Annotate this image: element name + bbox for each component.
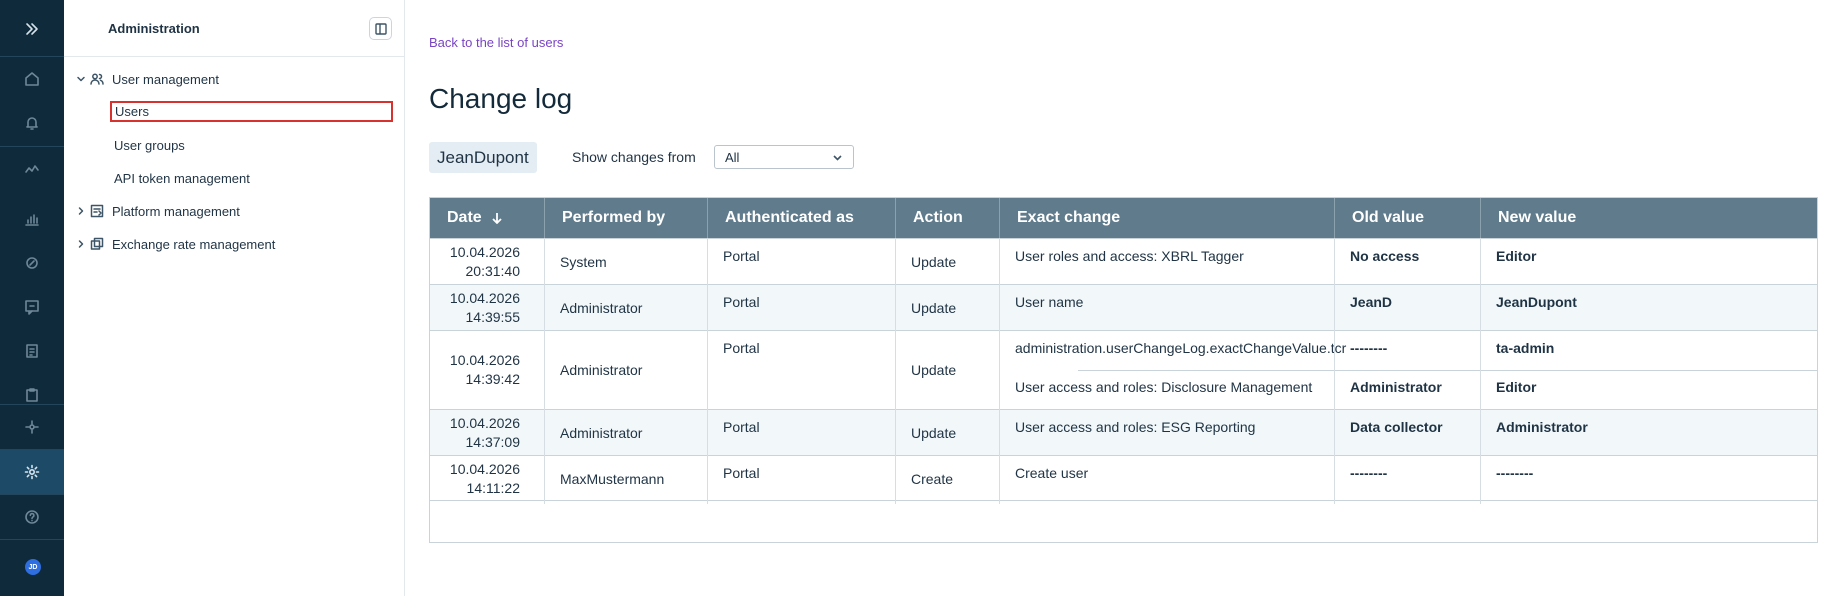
- column-header-action[interactable]: Action: [895, 198, 999, 238]
- comment-icon: [25, 300, 39, 315]
- sidebar-item-label: Platform management: [112, 203, 240, 219]
- document-icon: [26, 344, 38, 358]
- notifications-button[interactable]: [0, 101, 64, 145]
- column-header-performed-by[interactable]: Performed by: [544, 198, 707, 238]
- user-avatar[interactable]: JD: [25, 559, 41, 575]
- icon-rail: JD: [0, 0, 64, 596]
- home-icon: [25, 72, 39, 86]
- sidebar-item-label: Exchange rate management: [112, 236, 276, 252]
- column-header-date[interactable]: Date: [430, 198, 544, 238]
- platform-icon: [90, 204, 104, 218]
- clipboard-icon: [26, 388, 38, 402]
- reports-button[interactable]: [0, 197, 64, 241]
- expand-rail-button[interactable]: [0, 7, 64, 51]
- sidebar-header: Administration: [64, 0, 404, 57]
- table-row[interactable]: 10.04.2026 14:39:55 Administrator Portal…: [430, 284, 1817, 330]
- sidebar-item-label: Users: [115, 104, 149, 119]
- chevron-down-icon: [833, 154, 842, 161]
- sidebar-item-exchange-rate-management[interactable]: Exchange rate management: [76, 233, 275, 255]
- sidebar-item-platform-management[interactable]: Platform management: [76, 200, 240, 222]
- table-row[interactable]: 10.04.2026 20:31:40 System Portal Update…: [430, 238, 1817, 284]
- double-chevron-right-icon: [26, 23, 38, 35]
- exchange-icon: [90, 237, 104, 250]
- table-header: Date Performed by Authenticated as Actio…: [430, 198, 1817, 238]
- back-to-users-link[interactable]: Back to the list of users: [429, 35, 563, 50]
- filter-label: Show changes from: [572, 149, 696, 165]
- chevron-right-icon: [78, 240, 84, 248]
- comments-button[interactable]: [0, 285, 64, 329]
- collapse-sidebar-button[interactable]: [369, 17, 392, 40]
- sort-arrow-down-icon: [492, 213, 502, 224]
- home-button[interactable]: [0, 57, 64, 101]
- analytics-button[interactable]: [0, 147, 64, 191]
- integrations-button[interactable]: [0, 405, 64, 449]
- panel-toggle-icon: [374, 22, 387, 35]
- column-header-exact-change[interactable]: Exact change: [999, 198, 1334, 238]
- bell-icon: [26, 117, 38, 130]
- sidebar-item-user-management[interactable]: User management: [76, 68, 219, 90]
- help-button[interactable]: [0, 495, 64, 539]
- column-header-new-value[interactable]: New value: [1480, 198, 1817, 238]
- table-row[interactable]: 10.04.2026 14:39:42 Administrator Portal…: [430, 330, 1817, 409]
- users-icon: [90, 73, 104, 85]
- sidebar-title: Administration: [108, 21, 200, 36]
- sidebar-item-api-token-management[interactable]: API token management: [114, 167, 250, 189]
- show-changes-select[interactable]: All: [714, 145, 854, 169]
- column-header-authenticated-as[interactable]: Authenticated as: [707, 198, 895, 238]
- help-icon: [25, 510, 39, 524]
- table-row[interactable]: 10.04.2026 14:11:22 MaxMustermann Portal…: [430, 455, 1817, 501]
- change-log-table: Date Performed by Authenticated as Actio…: [429, 197, 1818, 543]
- sidebar-item-users[interactable]: Users: [110, 101, 393, 122]
- bar-chart-icon: [25, 214, 39, 226]
- sidebar-item-label: API token management: [114, 170, 250, 186]
- leaf-icon: [26, 257, 38, 269]
- documents-button[interactable]: [0, 329, 64, 373]
- table-row[interactable]: 10.04.2026 14:37:09 Administrator Portal…: [430, 409, 1817, 455]
- user-chip: JeanDupont: [429, 142, 537, 173]
- hub-icon: [25, 420, 39, 434]
- column-header-old-value[interactable]: Old value: [1334, 198, 1480, 238]
- chart-line-icon: [25, 165, 39, 173]
- chevron-right-icon: [78, 207, 84, 215]
- gear-icon: [24, 464, 40, 480]
- page-title: Change log: [429, 83, 573, 114]
- esg-button[interactable]: [0, 241, 64, 285]
- sidebar-item-user-groups[interactable]: User groups: [114, 134, 185, 156]
- sidebar-item-label: User groups: [114, 137, 185, 153]
- select-value: All: [725, 149, 740, 165]
- admin-sidebar: Administration User management Users Use…: [64, 0, 405, 596]
- main-content: Back to the list of users Change log Jea…: [406, 0, 1836, 596]
- chevron-down-icon: [77, 76, 85, 82]
- sidebar-item-label: User management: [112, 71, 219, 87]
- administration-button[interactable]: [0, 450, 64, 494]
